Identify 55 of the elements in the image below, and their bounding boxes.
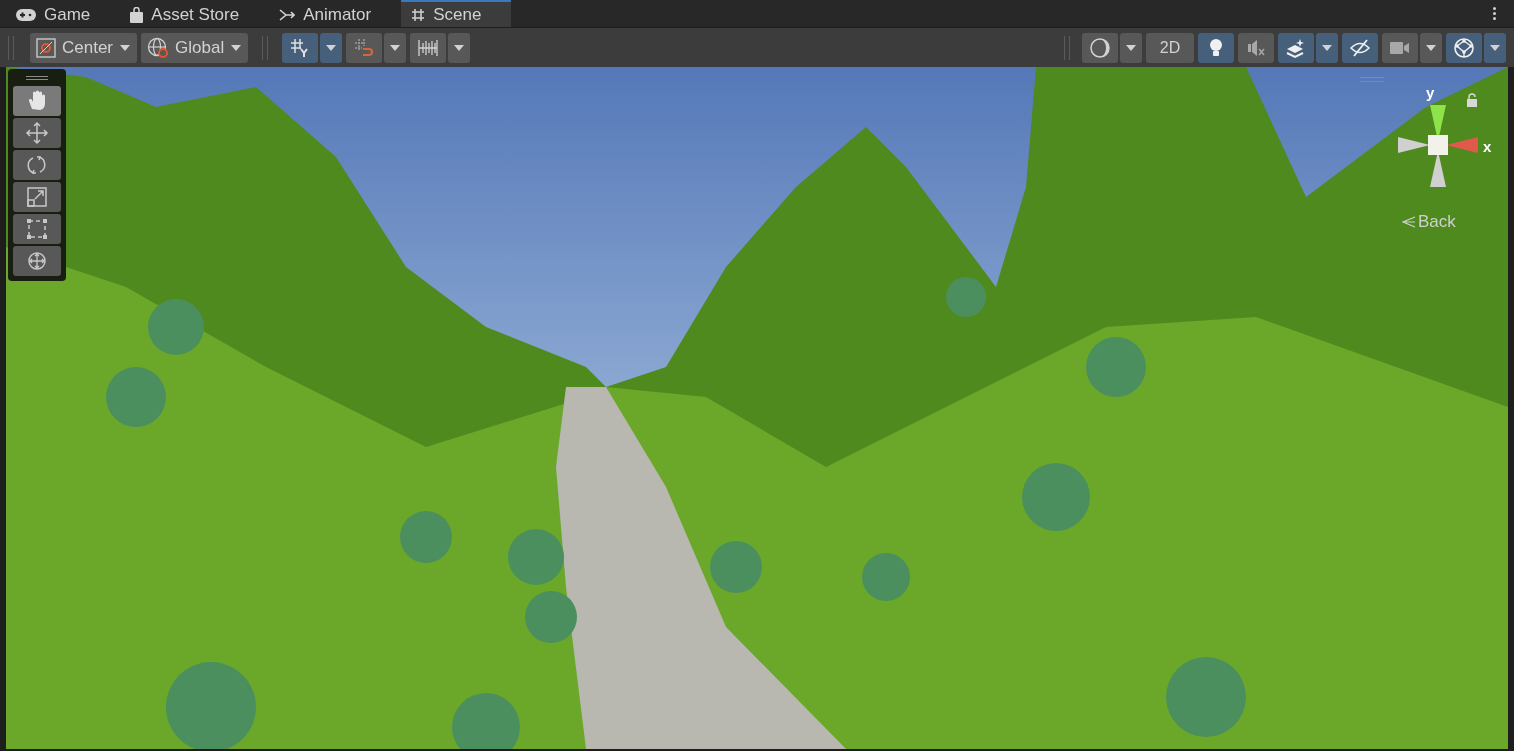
- caret-icon: [1425, 43, 1437, 52]
- back-arrow-icon: [1402, 214, 1416, 229]
- globe-icon: [1453, 36, 1475, 59]
- dropdown-arrow-button[interactable]: [320, 32, 343, 63]
- caret-icon: [325, 43, 338, 52]
- dropdown-arrow-button[interactable]: [1420, 32, 1442, 63]
- caret-icon: [389, 43, 402, 52]
- dropdown-arrow-button[interactable]: [1120, 32, 1142, 63]
- caret-icon: [119, 43, 132, 52]
- transform-tool-icon: [25, 249, 49, 273]
- gamepad-icon: [16, 8, 36, 21]
- tool-button[interactable]: [13, 118, 61, 148]
- toolbar-toggle[interactable]: [1342, 32, 1378, 63]
- globe-icon: [147, 36, 170, 59]
- magnet-grid-icon: [353, 36, 376, 59]
- caret-icon: [230, 43, 243, 52]
- lock-icon[interactable]: [1466, 93, 1478, 107]
- toolbar-toggle[interactable]: [1382, 32, 1418, 63]
- caret-icon: [1489, 43, 1501, 52]
- tab[interactable]: Game: [6, 0, 101, 27]
- tool-button[interactable]: [13, 150, 61, 180]
- tab[interactable]: Asset Store: [120, 0, 250, 27]
- axis-label: x: [1483, 139, 1492, 154]
- toolbar-toggle[interactable]: [1446, 32, 1482, 63]
- tool-button[interactable]: [13, 214, 61, 244]
- tool-button[interactable]: [13, 86, 61, 116]
- tool-button[interactable]: [13, 182, 61, 212]
- tab[interactable]: Animator: [269, 0, 382, 27]
- branch-arrow-icon: [279, 7, 296, 22]
- dropdown-arrow-button[interactable]: [384, 32, 407, 63]
- toolbar-toggle[interactable]: [1082, 32, 1118, 63]
- tool-button[interactable]: [13, 246, 61, 276]
- mode-2d-toggle[interactable]: 2D: [1146, 32, 1194, 63]
- caret-icon: [1125, 43, 1137, 52]
- toolbar-toggle[interactable]: [1238, 32, 1274, 63]
- toolbar-toggle[interactable]: [410, 32, 447, 63]
- pivot-icon: [36, 37, 56, 58]
- tab[interactable]: Scene: [401, 0, 512, 27]
- move-arrows-icon: [25, 121, 49, 145]
- dropdown-arrow-button[interactable]: [1316, 32, 1338, 63]
- dropdown-arrow-button[interactable]: [1484, 32, 1506, 63]
- space-dropdown[interactable]: Global: [141, 32, 249, 63]
- hash-icon: [411, 7, 426, 22]
- toolbar-toggle[interactable]: [346, 32, 383, 63]
- toolbar-toggle[interactable]: [1198, 32, 1234, 63]
- shopping-bag-icon: [130, 6, 144, 23]
- shading-sphere-icon: [1089, 36, 1111, 59]
- rect-tool-icon: [25, 217, 49, 241]
- axis-label: y: [1426, 85, 1435, 100]
- caret-icon: [1321, 43, 1333, 52]
- caret-icon: [453, 43, 466, 52]
- pivot-dropdown[interactable]: Center: [30, 32, 138, 63]
- dropdown-arrow-button[interactable]: [448, 32, 471, 63]
- toolbar-toggle[interactable]: [282, 32, 319, 63]
- toolbar-toggle[interactable]: [1278, 32, 1314, 63]
